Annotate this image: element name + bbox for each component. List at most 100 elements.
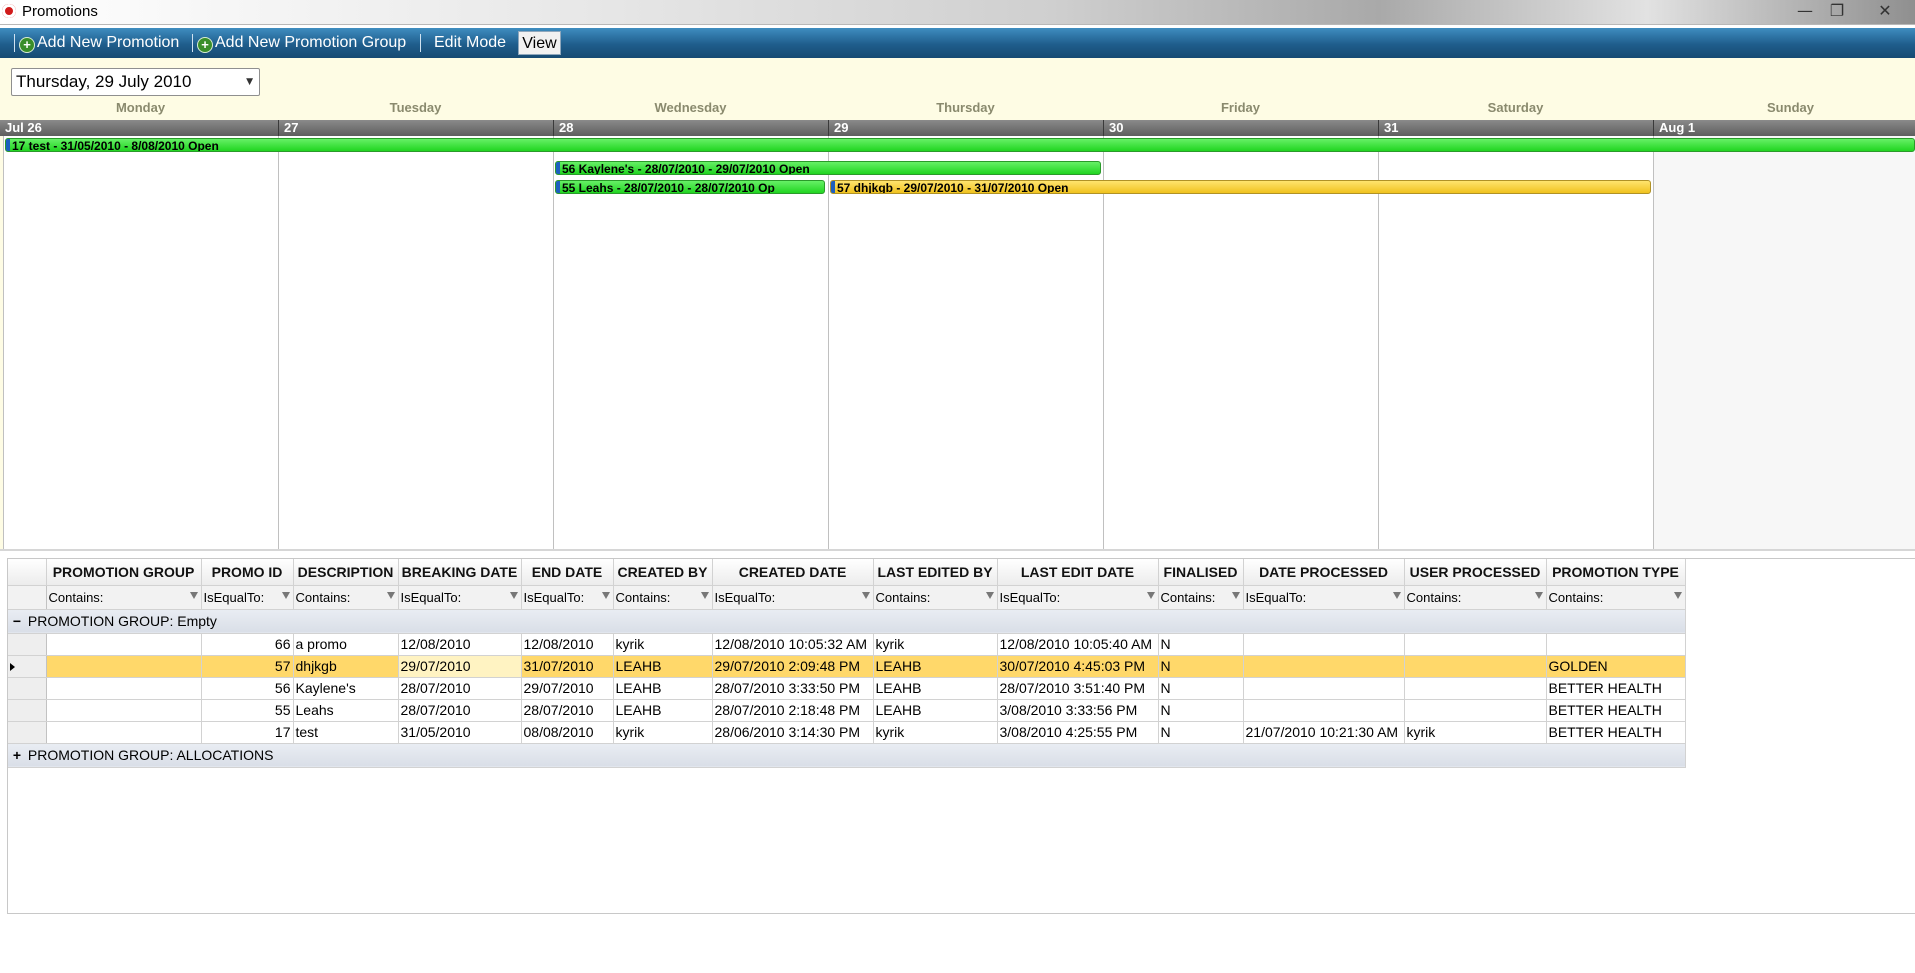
table-cell[interactable]: N <box>1158 677 1244 700</box>
table-cell[interactable]: dhjkgb <box>293 655 399 678</box>
table-cell[interactable] <box>46 677 202 700</box>
dropdown-arrow-icon[interactable]: ▼ <box>246 69 253 95</box>
edit-mode-button[interactable]: Edit Mode <box>434 32 506 54</box>
appointment-56-kaylenes[interactable]: 56 Kaylene's - 28/07/2010 - 29/07/2010 O… <box>555 161 1101 175</box>
view-button[interactable]: View <box>518 31 561 55</box>
row-indicator[interactable] <box>8 633 47 656</box>
table-cell[interactable]: 56 <box>201 677 294 700</box>
header-date-processed[interactable]: DATE PROCESSED <box>1243 559 1405 586</box>
header-breaking-date[interactable]: BREAKING DATE <box>398 559 522 586</box>
table-cell[interactable]: 28/07/2010 3:33:50 PM <box>712 677 874 700</box>
table-cell[interactable]: 28/07/2010 <box>398 677 522 700</box>
date-cell[interactable]: 28 <box>553 120 828 136</box>
table-cell[interactable]: 3/08/2010 4:25:55 PM <box>997 721 1159 744</box>
filter-icon[interactable] <box>1534 591 1543 599</box>
group-row-empty[interactable]: − PROMOTION GROUP: Empty <box>8 609 1686 634</box>
table-cell[interactable]: 12/08/2010 10:05:40 AM <box>997 633 1159 656</box>
filter-icon[interactable] <box>1673 591 1682 599</box>
filter-icon[interactable] <box>985 591 994 599</box>
table-cell[interactable]: 29/07/2010 2:09:48 PM <box>712 655 874 678</box>
scheduler-day-grid[interactable]: 17 test - 31/05/2010 - 8/08/2010 Open 56… <box>3 136 1915 549</box>
table-cell[interactable]: 55 <box>201 699 294 722</box>
filter-cell[interactable]: IsEqualTo: <box>201 585 294 610</box>
header-promo-id[interactable]: PROMO ID <box>201 559 294 586</box>
filter-icon[interactable] <box>386 591 395 599</box>
header-promotion-type[interactable]: PROMOTION TYPE <box>1546 559 1686 586</box>
table-cell[interactable]: 29/07/2010 <box>521 677 614 700</box>
filter-icon[interactable] <box>1146 591 1155 599</box>
header-last-edited-by[interactable]: LAST EDITED BY <box>873 559 998 586</box>
table-cell[interactable]: test <box>293 721 399 744</box>
filter-icon[interactable] <box>509 591 518 599</box>
table-cell[interactable]: LEAHB <box>613 677 713 700</box>
table-cell[interactable]: 28/07/2010 <box>521 699 614 722</box>
date-cell[interactable]: 31 <box>1378 120 1653 136</box>
header-last-edit-date[interactable]: LAST EDIT DATE <box>997 559 1159 586</box>
header-description[interactable]: DESCRIPTION <box>293 559 399 586</box>
table-cell[interactable] <box>46 721 202 744</box>
header-user-processed[interactable]: USER PROCESSED <box>1404 559 1547 586</box>
table-cell[interactable]: kyrik <box>613 633 713 656</box>
filter-cell[interactable]: Contains: <box>1158 585 1244 610</box>
table-cell[interactable]: GOLDEN <box>1546 655 1686 678</box>
table-cell[interactable]: 12/08/2010 10:05:32 AM <box>712 633 874 656</box>
table-cell[interactable]: BETTER HEALTH <box>1546 699 1686 722</box>
table-cell[interactable]: LEAHB <box>613 655 713 678</box>
header-created-date[interactable]: CREATED DATE <box>712 559 874 586</box>
filter-cell[interactable]: Contains: <box>1404 585 1547 610</box>
table-cell[interactable]: 12/08/2010 <box>521 633 614 656</box>
filter-cell[interactable]: Contains: <box>873 585 998 610</box>
table-cell[interactable]: N <box>1158 633 1244 656</box>
header-created-by[interactable]: CREATED BY <box>613 559 713 586</box>
table-cell[interactable]: 21/07/2010 10:21:30 AM <box>1243 721 1405 744</box>
table-cell[interactable]: Kaylene's <box>293 677 399 700</box>
group-header-cell[interactable]: − PROMOTION GROUP: Empty <box>8 609 1686 634</box>
filter-cell[interactable]: IsEqualTo: <box>398 585 522 610</box>
table-cell[interactable]: LEAHB <box>613 699 713 722</box>
table-cell[interactable] <box>1404 677 1547 700</box>
filter-cell[interactable]: IsEqualTo: <box>521 585 614 610</box>
table-cell[interactable]: 08/08/2010 <box>521 721 614 744</box>
table-cell[interactable]: 66 <box>201 633 294 656</box>
table-cell[interactable] <box>1404 633 1547 656</box>
appointment-17-test[interactable]: 17 test - 31/05/2010 - 8/08/2010 Open <box>5 138 1915 152</box>
table-cell[interactable]: a promo <box>293 633 399 656</box>
filter-icon[interactable] <box>281 591 290 599</box>
table-cell[interactable]: 57 <box>201 655 294 678</box>
filter-icon[interactable] <box>1231 591 1240 599</box>
table-row[interactable]: 17 test 31/05/2010 08/08/2010 kyrik 28/0… <box>8 721 1686 744</box>
table-cell[interactable]: 31/07/2010 <box>521 655 614 678</box>
table-cell[interactable] <box>1243 677 1405 700</box>
row-indicator[interactable] <box>8 677 47 700</box>
table-cell[interactable]: LEAHB <box>873 699 998 722</box>
table-row[interactable]: 55 Leahs 28/07/2010 28/07/2010 LEAHB 28/… <box>8 699 1686 722</box>
table-row-selected[interactable]: 57 dhjkgb 29/07/2010 31/07/2010 LEAHB 29… <box>8 655 1686 678</box>
table-cell[interactable]: LEAHB <box>873 655 998 678</box>
filter-cell[interactable]: IsEqualTo: <box>712 585 874 610</box>
table-cell[interactable]: 28/07/2010 <box>398 699 522 722</box>
table-cell[interactable] <box>46 699 202 722</box>
filter-icon[interactable] <box>861 591 870 599</box>
header-promotion-group[interactable]: PROMOTION GROUP <box>46 559 202 586</box>
filter-icon[interactable] <box>601 591 610 599</box>
table-cell[interactable] <box>1404 655 1547 678</box>
table-cell[interactable]: kyrik <box>1404 721 1547 744</box>
table-cell[interactable] <box>1243 655 1405 678</box>
restore-button[interactable]: ❐ <box>1822 0 1852 22</box>
date-cell[interactable]: Aug 1 <box>1653 120 1915 136</box>
table-cell[interactable] <box>1243 699 1405 722</box>
date-cell[interactable]: 29 <box>828 120 1103 136</box>
table-row[interactable]: 66 a promo 12/08/2010 12/08/2010 kyrik 1… <box>8 633 1686 656</box>
table-row[interactable]: 56 Kaylene's 28/07/2010 29/07/2010 LEAHB… <box>8 677 1686 700</box>
header-end-date[interactable]: END DATE <box>521 559 614 586</box>
row-indicator[interactable] <box>8 655 47 678</box>
filter-cell[interactable]: Contains: <box>1546 585 1686 610</box>
table-cell[interactable]: 12/08/2010 <box>398 633 522 656</box>
filter-cell[interactable]: Contains: <box>613 585 713 610</box>
table-cell[interactable] <box>1243 633 1405 656</box>
appointment-55-leahs[interactable]: 55 Leahs - 28/07/2010 - 28/07/2010 Op <box>555 180 825 194</box>
table-cell[interactable] <box>46 655 202 678</box>
minimize-button[interactable]: — <box>1790 0 1820 22</box>
table-cell[interactable]: N <box>1158 699 1244 722</box>
group-header-cell[interactable]: + PROMOTION GROUP: ALLOCATIONS <box>8 743 1686 768</box>
